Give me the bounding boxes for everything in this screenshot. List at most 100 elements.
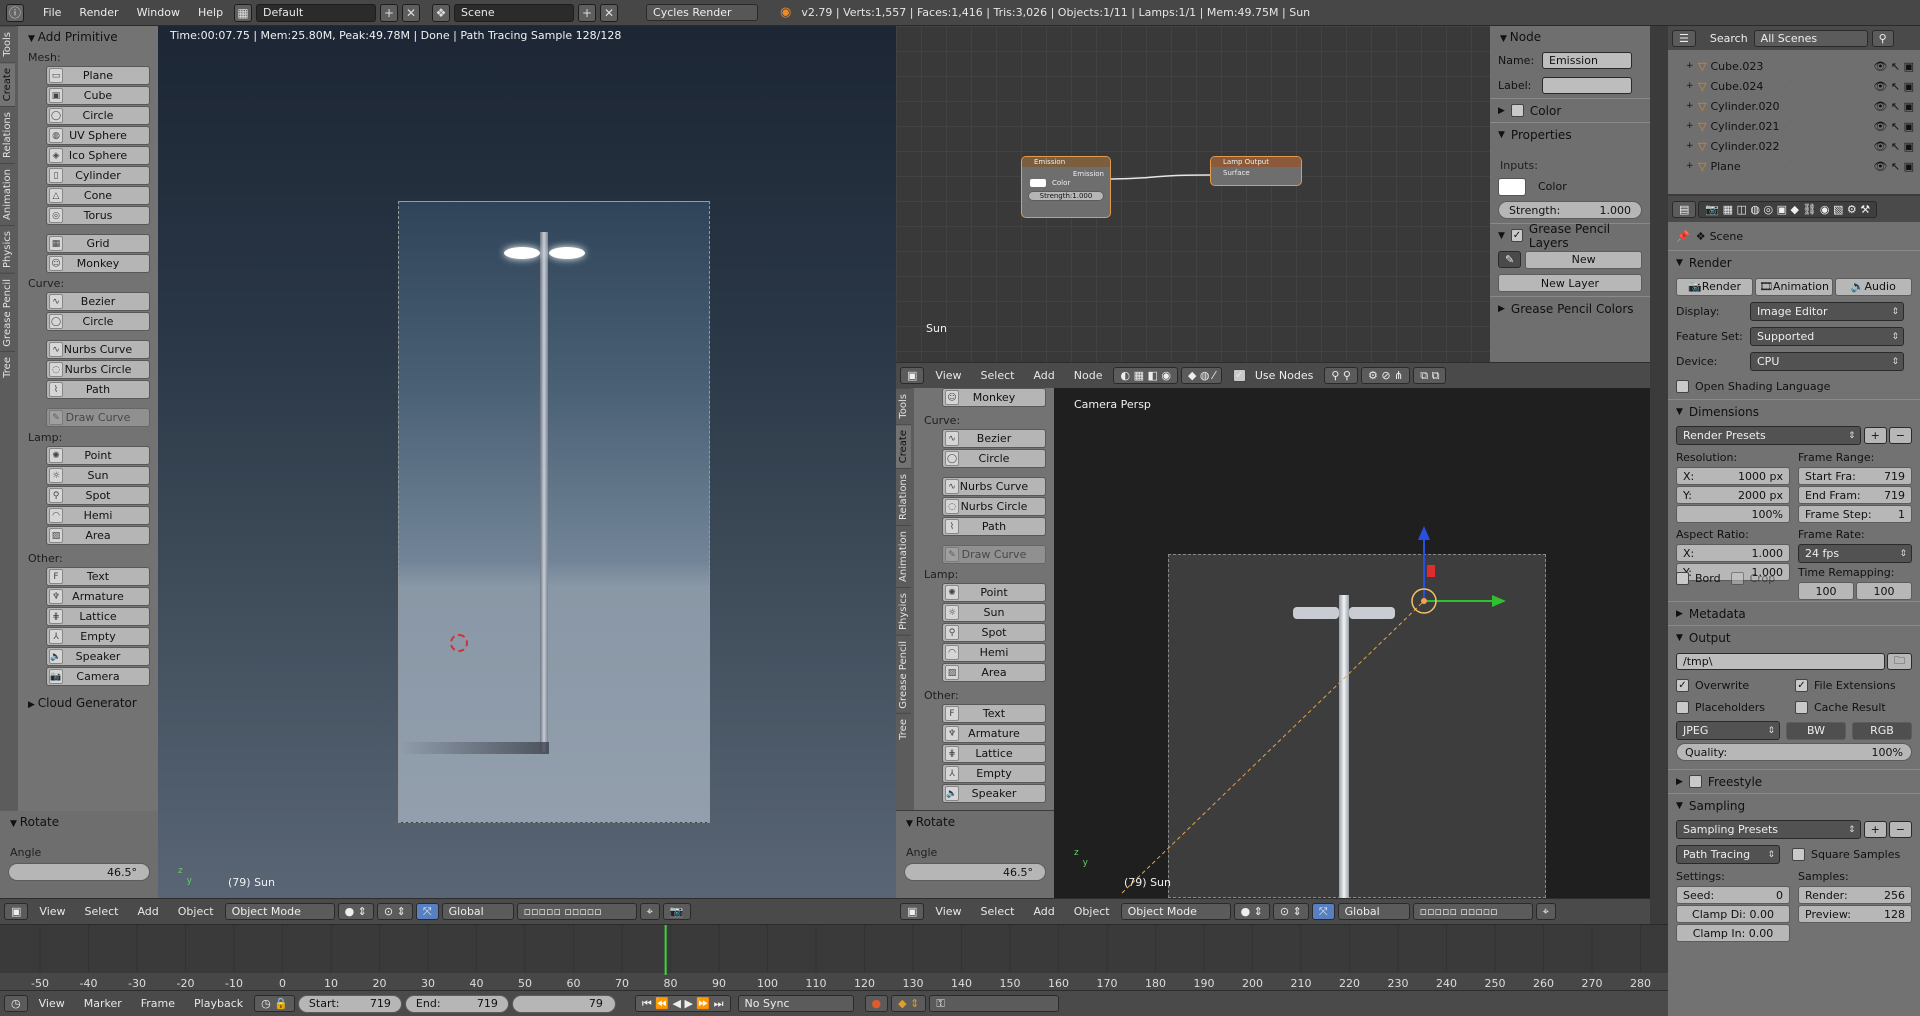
freestyle-section[interactable]: Freestyle: [1708, 775, 1762, 789]
tab-create[interactable]: Create: [0, 61, 15, 106]
mid-snap-icon[interactable]: ⌖: [1535, 903, 1556, 920]
freestyle-checkbox[interactable]: [1688, 775, 1702, 788]
add-point-button[interactable]: ✺ Point: [46, 446, 150, 465]
current-frame-field[interactable]: 79: [511, 994, 616, 1013]
mid-tab-create[interactable]: Create: [896, 423, 911, 468]
add-cube-button[interactable]: ▣ Cube: [46, 86, 150, 105]
expand-icon[interactable]: +: [1686, 121, 1698, 131]
mid-tab-relations[interactable]: Relations: [896, 467, 911, 525]
file-ext-checkbox[interactable]: ✓: [1795, 678, 1808, 692]
timeline-editor-type-icon[interactable]: ◷: [4, 995, 28, 1012]
sampling-section[interactable]: Sampling: [1689, 799, 1745, 813]
outliner-search-icon[interactable]: ⚲: [1871, 29, 1894, 47]
mid-layers-widget[interactable]: ▫▫▫▫▫ ▫▫▫▫▫: [1412, 903, 1533, 920]
dimensions-section[interactable]: Dimensions: [1689, 405, 1759, 419]
square-samples-checkbox[interactable]: [1792, 848, 1805, 861]
mid-pivot-select[interactable]: ⊙ ⇕: [1272, 903, 1309, 920]
add-layout-icon[interactable]: +: [380, 3, 399, 22]
mid-add-sun-button[interactable]: ☼ Sun: [942, 603, 1046, 622]
pin-icon[interactable]: 📌: [1676, 230, 1690, 243]
snap-icon[interactable]: ⌖: [639, 903, 660, 920]
add-preset-icon[interactable]: +: [1863, 427, 1887, 444]
menu-view[interactable]: View: [31, 903, 73, 920]
clamp-direct-field[interactable]: Clamp Di: 0.00: [1676, 905, 1790, 923]
use-nodes-checkbox[interactable]: ✓: [1232, 369, 1246, 382]
strength-field[interactable]: Strength: 1.000: [1498, 201, 1642, 219]
add-circle-button[interactable]: ◯ Circle: [46, 106, 150, 125]
manipulator-icon[interactable]: ⤧: [415, 903, 439, 920]
menu-help[interactable]: Help: [191, 4, 230, 21]
visibility-icon[interactable]: 👁 ↖ ▣: [1873, 160, 1914, 173]
mid-manipulator-icon[interactable]: ⤧: [1311, 903, 1335, 920]
mode-select[interactable]: Object Mode: [224, 903, 335, 920]
layers-widget[interactable]: ▫▫▫▫▫ ▫▫▫▫▫: [516, 903, 637, 920]
cache-result-checkbox[interactable]: [1795, 700, 1808, 714]
output-section[interactable]: Output: [1689, 631, 1731, 645]
mid-angle-field[interactable]: 46.5°: [904, 863, 1046, 881]
sync-select[interactable]: No Sync: [737, 995, 854, 1012]
mid-rotate-title[interactable]: ▼ Rotate: [896, 811, 1054, 833]
tab-relations[interactable]: Relations: [0, 105, 15, 163]
node-menu-view[interactable]: View: [927, 367, 969, 384]
menu-file[interactable]: File: [36, 4, 68, 21]
res-y-field[interactable]: Y: 2000 px: [1676, 486, 1790, 504]
frame-rate-select[interactable]: 24 fps: [1798, 544, 1912, 563]
end-frame-field[interactable]: End Fram: 719: [1798, 486, 1912, 504]
add-scene-icon[interactable]: +: [578, 3, 597, 22]
expand-icon[interactable]: +: [1686, 101, 1698, 111]
metadata-section[interactable]: Metadata: [1689, 607, 1746, 621]
mid-monkey-button[interactable]: ☺ Monkey: [942, 388, 1046, 407]
cloud-generator-title[interactable]: ▶ Cloud Generator: [18, 692, 158, 714]
expand-icon[interactable]: +: [1686, 161, 1698, 171]
output-path-field[interactable]: /tmp\: [1676, 653, 1885, 670]
new-layer-button[interactable]: New Layer: [1498, 274, 1642, 292]
keying-set-field[interactable]: ⚿: [929, 995, 1060, 1012]
expand-icon[interactable]: +: [1686, 81, 1698, 91]
orientation-select[interactable]: Global: [441, 903, 514, 920]
add-primitive-title[interactable]: ▼ Add Primitive: [18, 26, 158, 48]
node-editor-type-icon[interactable]: ▣: [900, 367, 925, 384]
add-grid-button[interactable]: ▦ Grid: [46, 234, 150, 253]
placeholders-checkbox[interactable]: [1676, 700, 1689, 714]
feature-set-select[interactable]: Supported: [1750, 327, 1904, 346]
outliner-item[interactable]: + ▽ Cube.023 ⋰ 👁 ↖ ▣: [1668, 56, 1920, 76]
audio-button[interactable]: 🔊 Audio: [1834, 277, 1912, 296]
record-icon[interactable]: ●: [864, 995, 889, 1012]
crop-checkbox[interactable]: [1730, 572, 1744, 585]
name-field[interactable]: Emission: [1542, 52, 1632, 69]
render-samples-field[interactable]: Render: 256: [1798, 886, 1912, 904]
res-percent-field[interactable]: 100%: [1676, 505, 1790, 523]
end-frame-timeline[interactable]: End: 719: [404, 994, 509, 1013]
mid-menu-select[interactable]: Select: [973, 903, 1023, 920]
editor-type-icon[interactable]: ▣: [4, 903, 29, 920]
mid-add-nurbs-curve-button[interactable]: ∿ Nurbs Curve: [942, 477, 1046, 496]
scene-field[interactable]: Scene: [454, 3, 575, 22]
tab-physics[interactable]: Physics: [0, 224, 15, 273]
add-torus-button[interactable]: ◎ Torus: [46, 206, 150, 225]
add-armature-button[interactable]: ♆ Armature: [46, 587, 150, 606]
add-nurbs-circle-button[interactable]: ◌ Nurbs Circle: [46, 360, 150, 379]
start-frame-timeline[interactable]: Start: 719: [297, 994, 402, 1013]
res-x-field[interactable]: X: 1000 px: [1676, 467, 1790, 485]
gp-layers-section[interactable]: Grease Pencil Layers: [1529, 222, 1642, 250]
mid-add-path-button[interactable]: ⌇ Path: [942, 517, 1046, 536]
draw-curve-button[interactable]: ✎ Draw Curve: [46, 408, 150, 427]
mid-add-point-button[interactable]: ✺ Point: [942, 583, 1046, 602]
color-section[interactable]: Color: [1530, 104, 1561, 118]
outliner-item[interactable]: + ▽ Cube.024 ⋰ 👁 ↖ ▣: [1668, 76, 1920, 96]
timeline-menu-playback[interactable]: Playback: [186, 995, 251, 1012]
remap-new-field[interactable]: 100: [1856, 582, 1912, 600]
mid-menu-view[interactable]: View: [927, 903, 969, 920]
outliner-item[interactable]: + ▽ Cylinder.021 ⋰ 👁 ↖ ▣: [1668, 116, 1920, 136]
gp-layers-checkbox[interactable]: ✓: [1510, 229, 1523, 242]
add-empty-button[interactable]: ⅄ Empty: [46, 627, 150, 646]
mid-add-empty-button[interactable]: ⅄ Empty: [942, 764, 1046, 783]
osl-checkbox[interactable]: [1676, 380, 1689, 393]
node-editor[interactable]: Emission Emission Color Strength:1.000 L…: [896, 26, 1490, 362]
expand-icon[interactable]: +: [1686, 141, 1698, 151]
render-engine-select[interactable]: Cycles Render: [646, 4, 759, 21]
start-frame-field[interactable]: Start Fra: 719: [1798, 467, 1912, 485]
mid-add-speaker-button[interactable]: 🔈 Speaker: [942, 784, 1046, 803]
node-panel-title[interactable]: ▼ Node: [1490, 26, 1650, 48]
file-format-select[interactable]: JPEG: [1676, 721, 1780, 740]
